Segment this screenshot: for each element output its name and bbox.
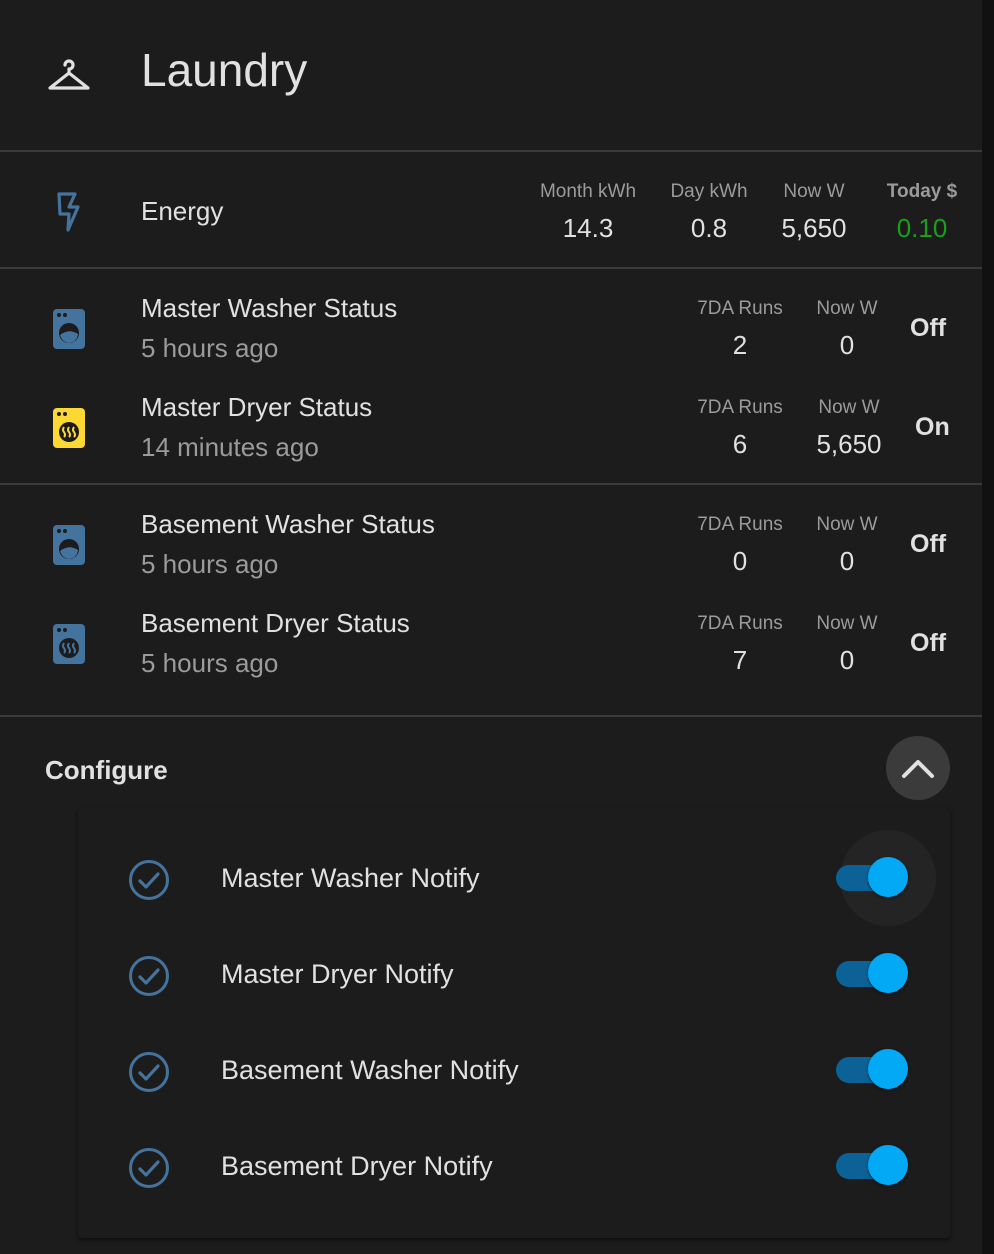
attr-month-kwh: Month kWh 14.3 (534, 180, 642, 244)
washing-machine-icon (53, 525, 85, 565)
toggle-thumb (868, 1145, 908, 1185)
attr-label: Now W (818, 397, 880, 418)
tumble-dryer-icon (53, 408, 85, 448)
device-state: Off (910, 314, 947, 342)
attr-runs: 7DA Runs 2 (690, 297, 790, 361)
master-washer-notify-toggle[interactable] (836, 857, 910, 897)
master-dryer-notify-toggle[interactable] (836, 953, 910, 993)
device-name: Basement Washer Status (141, 509, 435, 539)
chevron-up-icon (902, 760, 934, 778)
check-circle-outline-icon (129, 860, 169, 900)
attr-now-w: Now W 0 (806, 297, 888, 361)
attr-label: 7DA Runs (697, 613, 783, 634)
tumble-dryer-icon (53, 624, 85, 664)
washing-machine-icon (53, 309, 85, 349)
card-title: Laundry (141, 44, 308, 96)
device-name: Master Dryer Status (141, 392, 373, 422)
attr-label: Day kWh (670, 181, 748, 202)
toggle-label: Basement Washer Notify (221, 1055, 519, 1085)
device-last-changed: 5 hours ago (141, 549, 279, 579)
attr-value: 7 (732, 645, 748, 675)
attr-label: Today $ (886, 181, 958, 202)
attr-label: Now W (816, 298, 878, 319)
device-state: On (915, 413, 950, 441)
check-circle-outline-icon (129, 956, 169, 996)
divider (0, 150, 982, 152)
attr-value: 5,650 (781, 213, 847, 243)
attr-value: 14.3 (562, 213, 614, 243)
energy-name: Energy (141, 196, 224, 226)
attr-label: 7DA Runs (697, 298, 783, 319)
attr-today-cost: Today $ 0.10 (874, 180, 970, 244)
divider (0, 483, 982, 485)
attr-value: 0 (839, 645, 855, 675)
attr-now-w: Now W 5,650 (772, 180, 856, 244)
attr-value: 6 (732, 429, 748, 459)
attr-label: 7DA Runs (697, 514, 783, 535)
lightning-bolt-icon (57, 192, 80, 232)
attr-label: Now W (816, 613, 878, 634)
attr-value: 0.8 (690, 213, 728, 243)
check-circle-outline-icon (129, 1148, 169, 1188)
attr-now-w: Now W 0 (806, 513, 888, 577)
attr-label: Now W (783, 181, 845, 202)
device-last-changed: 5 hours ago (141, 648, 279, 678)
hanger-icon (48, 59, 90, 90)
configure-panel (78, 808, 950, 1238)
check-circle-outline-icon (129, 1052, 169, 1092)
toggle-label: Basement Dryer Notify (221, 1151, 493, 1181)
device-state: Off (910, 629, 947, 657)
attr-value: 5,650 (816, 429, 882, 459)
attr-now-w: Now W 0 (806, 612, 888, 676)
attr-now-w: Now W 5,650 (806, 396, 892, 460)
attr-value: 2 (732, 330, 748, 360)
device-last-changed: 5 hours ago (141, 333, 279, 363)
device-state: Off (910, 530, 947, 558)
toggle-label: Master Washer Notify (221, 863, 480, 893)
device-name: Basement Dryer Status (141, 608, 410, 638)
basement-washer-notify-toggle[interactable] (836, 1049, 910, 1089)
toggle-label: Master Dryer Notify (221, 959, 454, 989)
divider (0, 267, 982, 269)
page-edge (982, 0, 994, 1254)
attr-value: 0 (839, 330, 855, 360)
laundry-card: Laundry Energy Month kWh 14.3 Day kWh 0.… (0, 0, 982, 1254)
attr-value: 0 (839, 546, 855, 576)
configure-header[interactable]: Configure (45, 754, 168, 786)
attr-runs: 7DA Runs 0 (690, 513, 790, 577)
basement-dryer-notify-toggle[interactable] (836, 1145, 910, 1185)
attr-runs: 7DA Runs 7 (690, 612, 790, 676)
attr-label: Now W (816, 514, 878, 535)
toggle-thumb (868, 953, 908, 993)
attr-value: 0.10 (896, 213, 948, 243)
toggle-thumb (868, 857, 908, 897)
device-last-changed: 14 minutes ago (141, 432, 319, 462)
attr-day-kwh: Day kWh 0.8 (664, 180, 754, 244)
attr-runs: 7DA Runs 6 (690, 396, 790, 460)
collapse-button[interactable] (886, 736, 950, 800)
device-name: Master Washer Status (141, 293, 398, 323)
attr-value: 0 (732, 546, 748, 576)
attr-label: 7DA Runs (697, 397, 783, 418)
attr-label: Month kWh (539, 181, 637, 202)
divider (0, 715, 982, 717)
toggle-thumb (868, 1049, 908, 1089)
